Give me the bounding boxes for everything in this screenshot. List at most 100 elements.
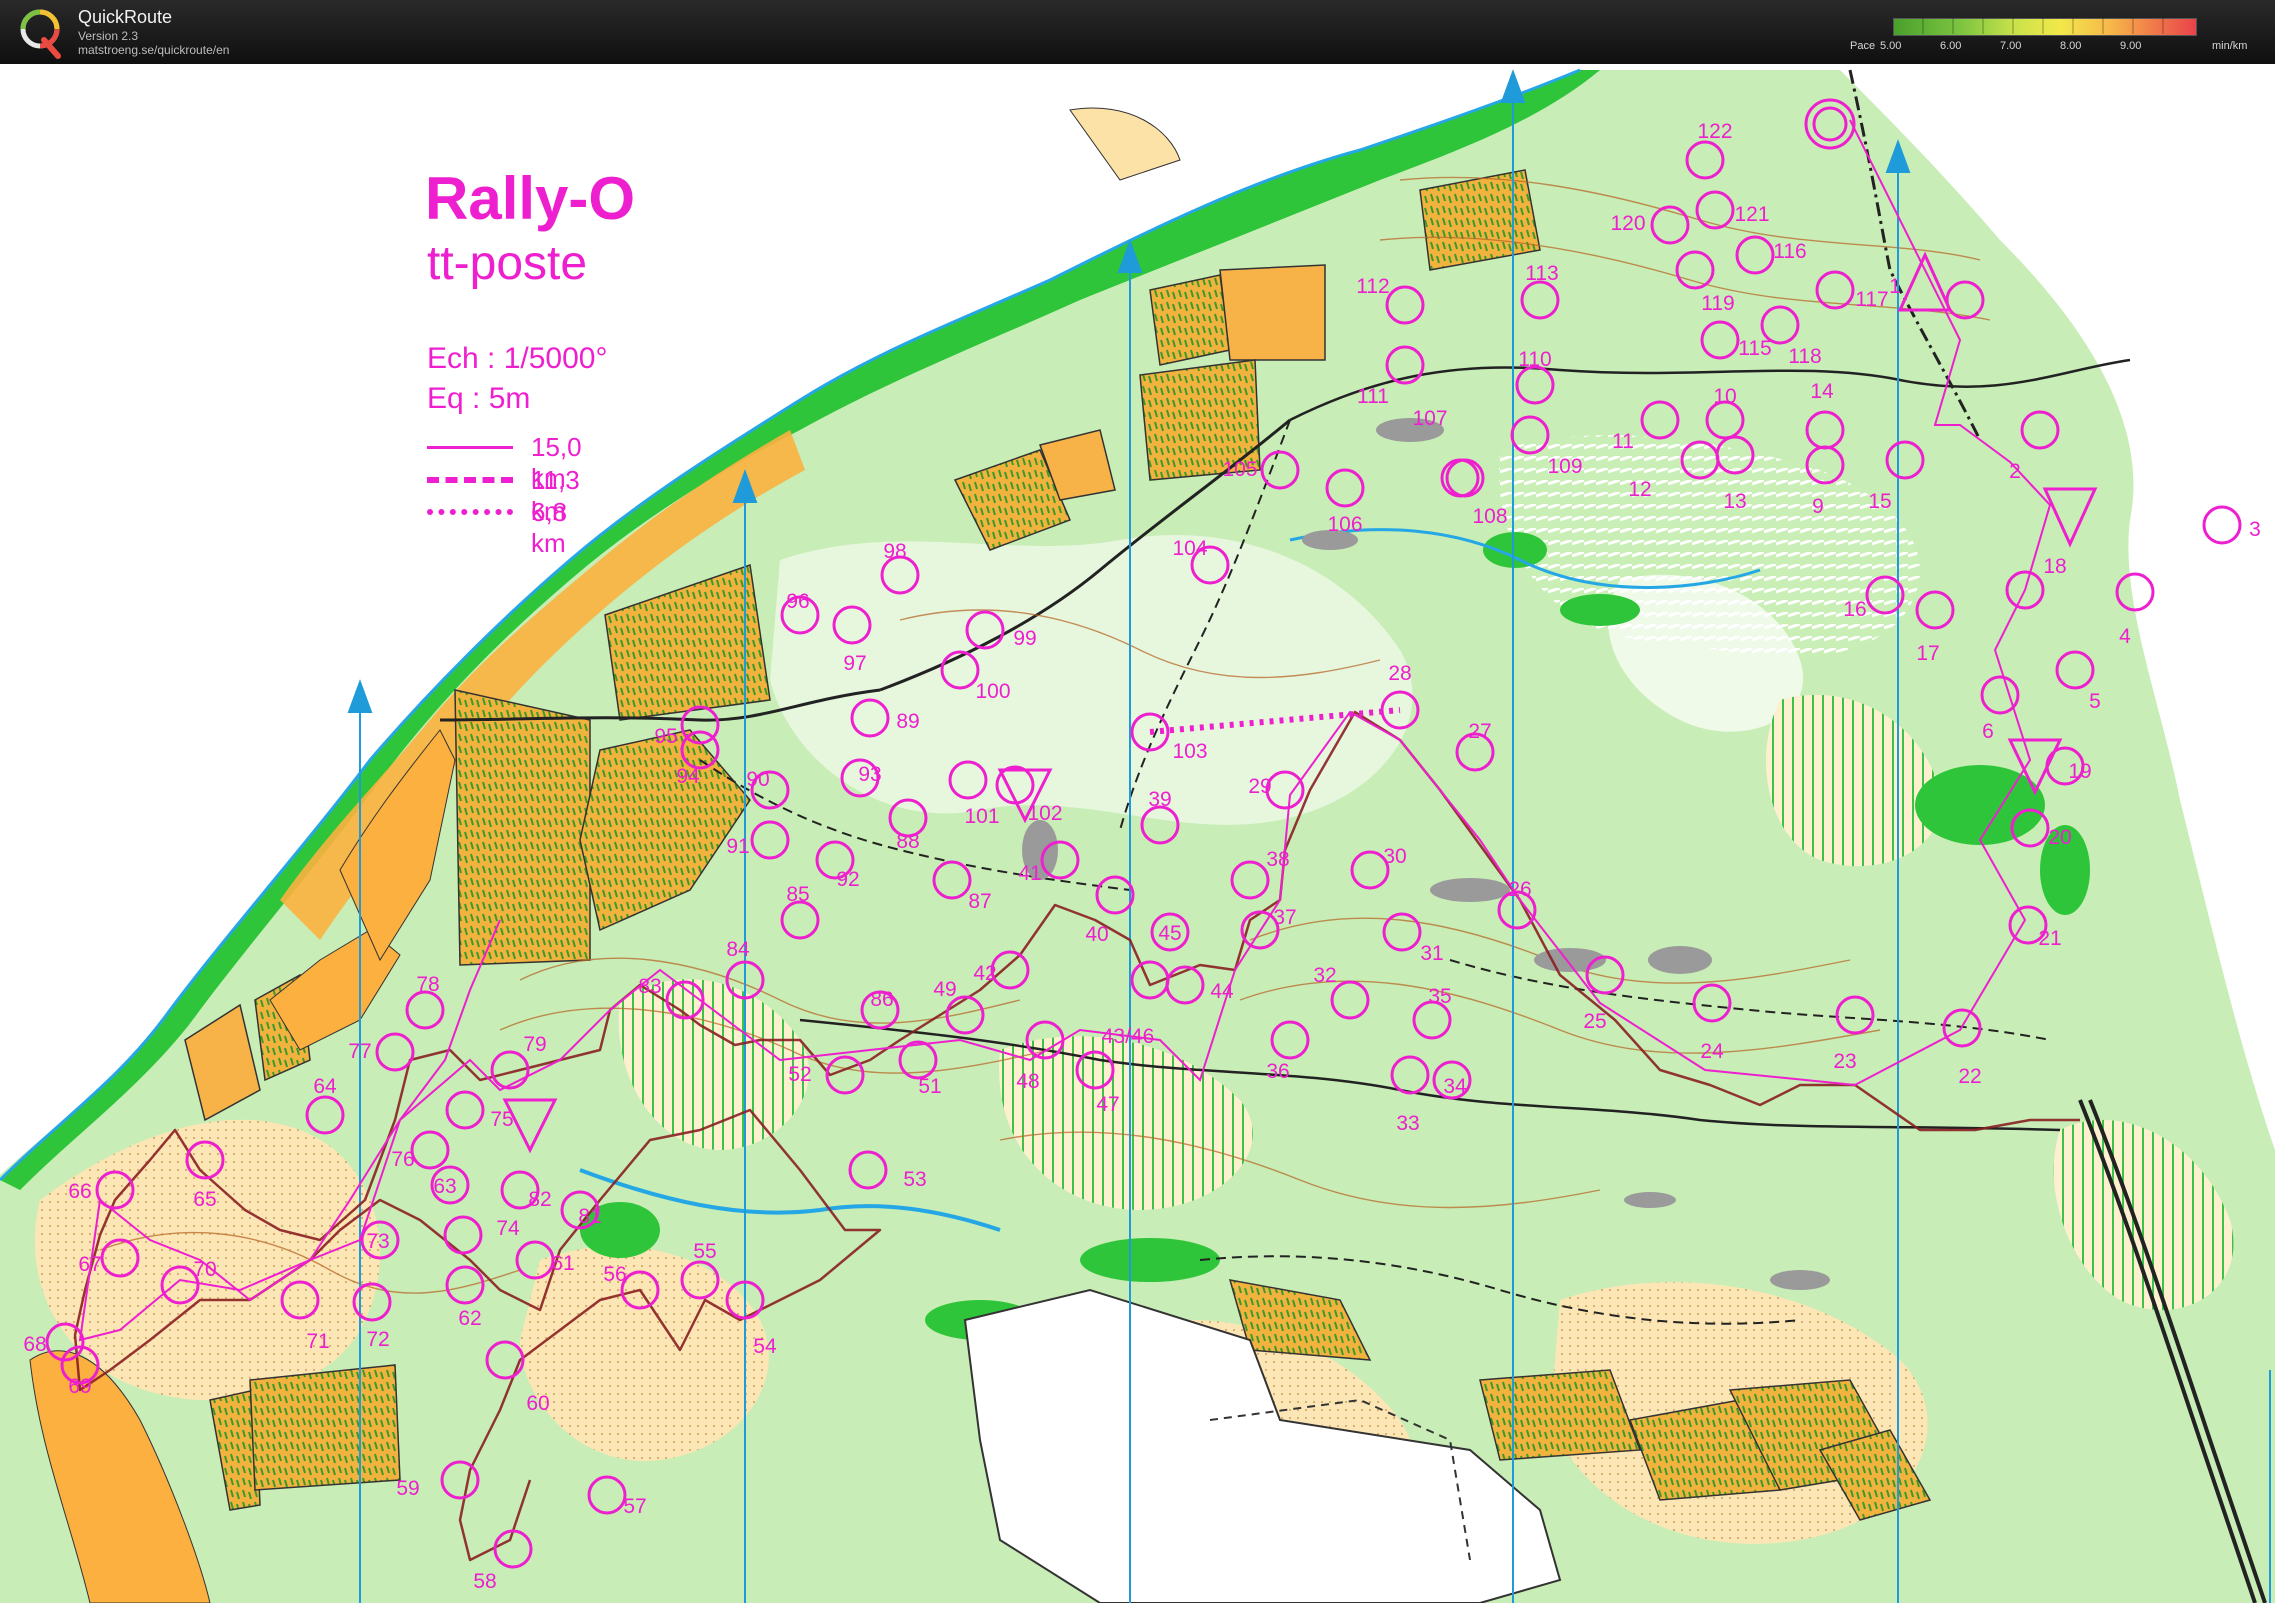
control-number: 59 — [396, 1477, 419, 1500]
control-number: 21 — [2038, 927, 2061, 950]
map-title: Rally-O — [425, 165, 636, 232]
control-number: 16 — [1843, 598, 1866, 621]
map-scale: Ech : 1/5000° — [427, 342, 608, 375]
control-number: 58 — [473, 1570, 496, 1593]
control-number: 94 — [676, 765, 700, 788]
control-number: 55 — [693, 1240, 716, 1263]
control-number: 45 — [1158, 922, 1181, 945]
control-number: 83 — [638, 975, 661, 998]
control-number: 43/46 — [1102, 1025, 1155, 1048]
control-number: 71 — [306, 1330, 329, 1353]
control-number: 70 — [193, 1258, 216, 1281]
control-number: 40 — [1085, 923, 1108, 946]
pace-label: Pace — [1850, 40, 1876, 52]
control-number: 47 — [1096, 1093, 1119, 1116]
control-number: 73 — [366, 1230, 389, 1253]
app-name: QuickRoute — [78, 7, 173, 27]
control-number: 78 — [416, 973, 439, 996]
control-number: 1 — [1889, 275, 1901, 298]
control-number: 30 — [1383, 845, 1406, 868]
control-number: 13 — [1723, 490, 1746, 513]
legend-line-dashed — [427, 477, 513, 483]
control-number: 112 — [1356, 275, 1389, 298]
control-number: 82 — [528, 1188, 551, 1211]
control-number: 29 — [1248, 775, 1271, 798]
control-number: 111 — [1357, 385, 1389, 408]
control-number: 106 — [1327, 513, 1362, 536]
control-number: 54 — [753, 1335, 777, 1358]
control-number: 74 — [496, 1217, 520, 1240]
control-number: 32 — [1313, 964, 1336, 987]
control-number: 66 — [68, 1180, 91, 1203]
orienteering-map[interactable]: 1 2 3 4 5 6 9 10 11 12 13 14 15 16 17 18 19 20 21 22 23 24 25 2… — [0, 64, 2275, 1603]
quickroute-window: QuickRoute Version 2.3 matstroeng.se/qui… — [0, 0, 2275, 1603]
pace-tick-label: 6.00 — [1940, 40, 1962, 52]
control-number: 90 — [746, 768, 769, 791]
control-number: 107 — [1412, 407, 1447, 430]
control-number: 14 — [1810, 380, 1834, 403]
control-number: 98 — [883, 540, 906, 563]
control-number: 9 — [1812, 495, 1824, 518]
control-number: 110 — [1518, 348, 1551, 371]
control-number: 97 — [843, 652, 866, 675]
control-number: 20 — [2048, 826, 2071, 849]
control-number: 12 — [1628, 478, 1651, 501]
control-number: 121 — [1734, 203, 1769, 226]
control-number: 23 — [1833, 1050, 1856, 1073]
control-number: 17 — [1916, 642, 1939, 665]
control-number: 64 — [313, 1075, 337, 1098]
control-number: 89 — [896, 710, 919, 733]
control-number: 61 — [551, 1252, 574, 1275]
control-number: 93 — [858, 763, 881, 786]
control-number: 25 — [1583, 1010, 1606, 1033]
pace-tick-label: 7.00 — [2000, 40, 2022, 52]
control-number: 62 — [458, 1307, 481, 1330]
app-header: QuickRoute Version 2.3 matstroeng.se/qui… — [0, 0, 2275, 64]
control-number: 95 — [654, 725, 677, 748]
control-number: 11 — [1612, 430, 1634, 453]
control-number: 100 — [975, 680, 1010, 703]
control-number: 49 — [933, 978, 956, 1001]
map-contour-interval: Eq : 5m — [427, 382, 531, 415]
control-number: 68 — [23, 1333, 46, 1356]
control-number: 67 — [78, 1253, 101, 1276]
control-number: 2 — [2009, 460, 2021, 483]
map-canvas[interactable]: 1234569101112131415161718192021222324252… — [0, 64, 2275, 1603]
control-number: 84 — [726, 938, 750, 961]
control-number: 101 — [964, 805, 999, 828]
control-number: 86 — [870, 988, 893, 1011]
control-number: 26 — [1508, 878, 1531, 901]
control-number: 105 — [1222, 458, 1257, 481]
pace-tick-label: 8.00 — [2060, 40, 2082, 52]
control-number: 109 — [1547, 455, 1582, 478]
control-number: 15 — [1868, 490, 1891, 513]
control-number: 36 — [1266, 1060, 1289, 1083]
control-number: 18 — [2043, 555, 2066, 578]
control-number: 108 — [1472, 505, 1507, 528]
control-number: 118 — [1788, 345, 1821, 368]
control-circle — [2202, 505, 2242, 545]
control-number: 28 — [1388, 662, 1411, 685]
control-number: 104 — [1172, 537, 1207, 560]
legend-line-solid — [427, 446, 513, 449]
control-number: 48 — [1016, 1070, 1039, 1093]
control-number: 113 — [1525, 262, 1558, 285]
control-number: 60 — [526, 1392, 549, 1415]
control-number: 57 — [623, 1495, 646, 1518]
control-number: 41 — [1018, 862, 1041, 885]
control-number: 42 — [973, 962, 996, 985]
control-number: 34 — [1443, 1075, 1467, 1098]
control-number: 27 — [1468, 720, 1491, 743]
control-number: 116 — [1773, 240, 1806, 263]
control-number: 10 — [1713, 385, 1736, 408]
control-number: 38 — [1266, 848, 1289, 871]
control-number: 76 — [391, 1148, 414, 1171]
control-number: 115 — [1738, 337, 1771, 360]
control-number: 51 — [918, 1075, 941, 1098]
pace-color-scale — [1893, 18, 2197, 36]
control-number: 6 — [1982, 720, 1994, 743]
control-number: 35 — [1428, 985, 1451, 1008]
control-number: 85 — [786, 883, 809, 906]
control-number: 4 — [2119, 625, 2131, 648]
control-number: 117 — [1855, 288, 1888, 311]
